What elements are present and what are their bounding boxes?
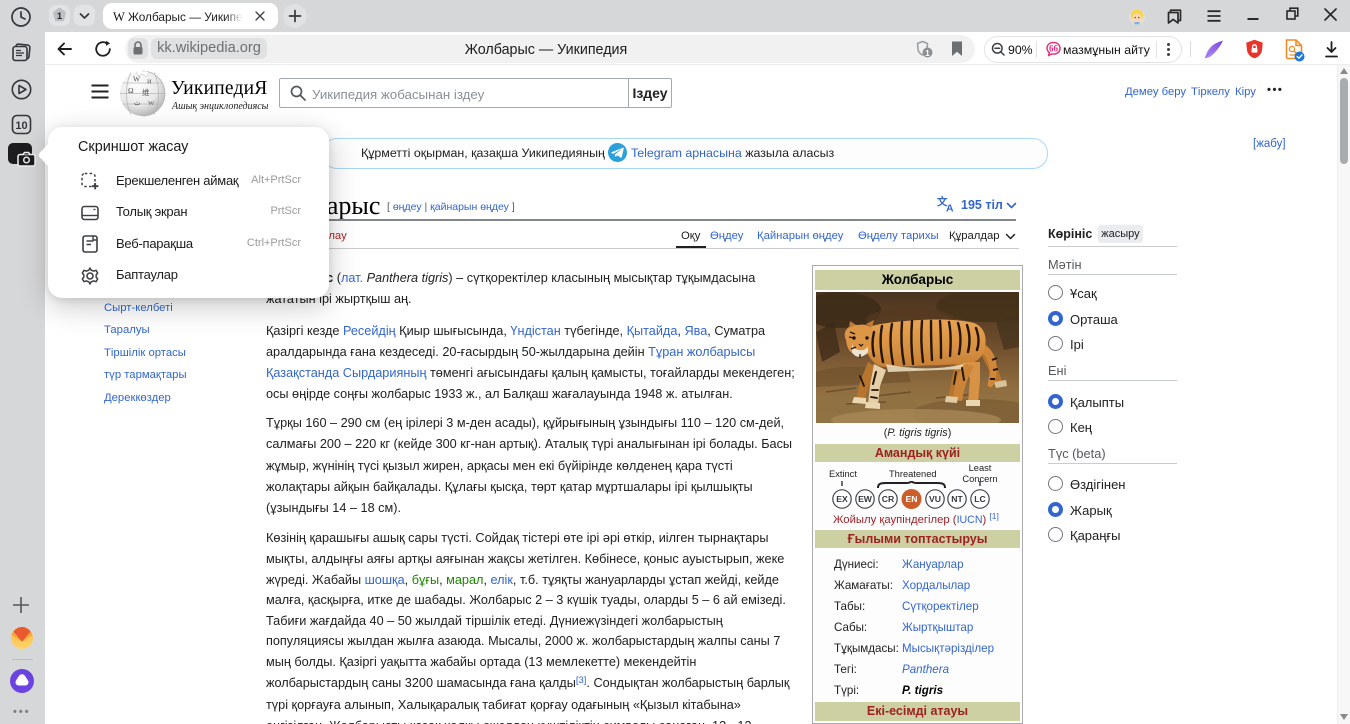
svg-text:Ω: Ω [128, 86, 134, 95]
svg-text:W: W [133, 75, 141, 84]
svg-text:A: A [946, 203, 954, 213]
svg-text:维: 维 [142, 87, 150, 97]
svg-text:CR: CR [882, 494, 895, 504]
svg-text:EN: EN [906, 494, 918, 504]
svg-text:EX: EX [836, 494, 848, 504]
svg-text:1: 1 [925, 49, 930, 58]
svg-text:10: 10 [15, 120, 27, 132]
svg-text:66: 66 [1049, 44, 1059, 54]
svg-text:И: И [147, 79, 152, 86]
svg-text:VU: VU [929, 494, 941, 504]
svg-text:1: 1 [57, 11, 63, 22]
svg-text:NT: NT [951, 494, 963, 504]
svg-text:LC: LC [974, 494, 985, 504]
svg-text:W: W [148, 100, 155, 107]
svg-text:EW: EW [858, 494, 873, 504]
svg-text:ث: ث [134, 99, 141, 107]
